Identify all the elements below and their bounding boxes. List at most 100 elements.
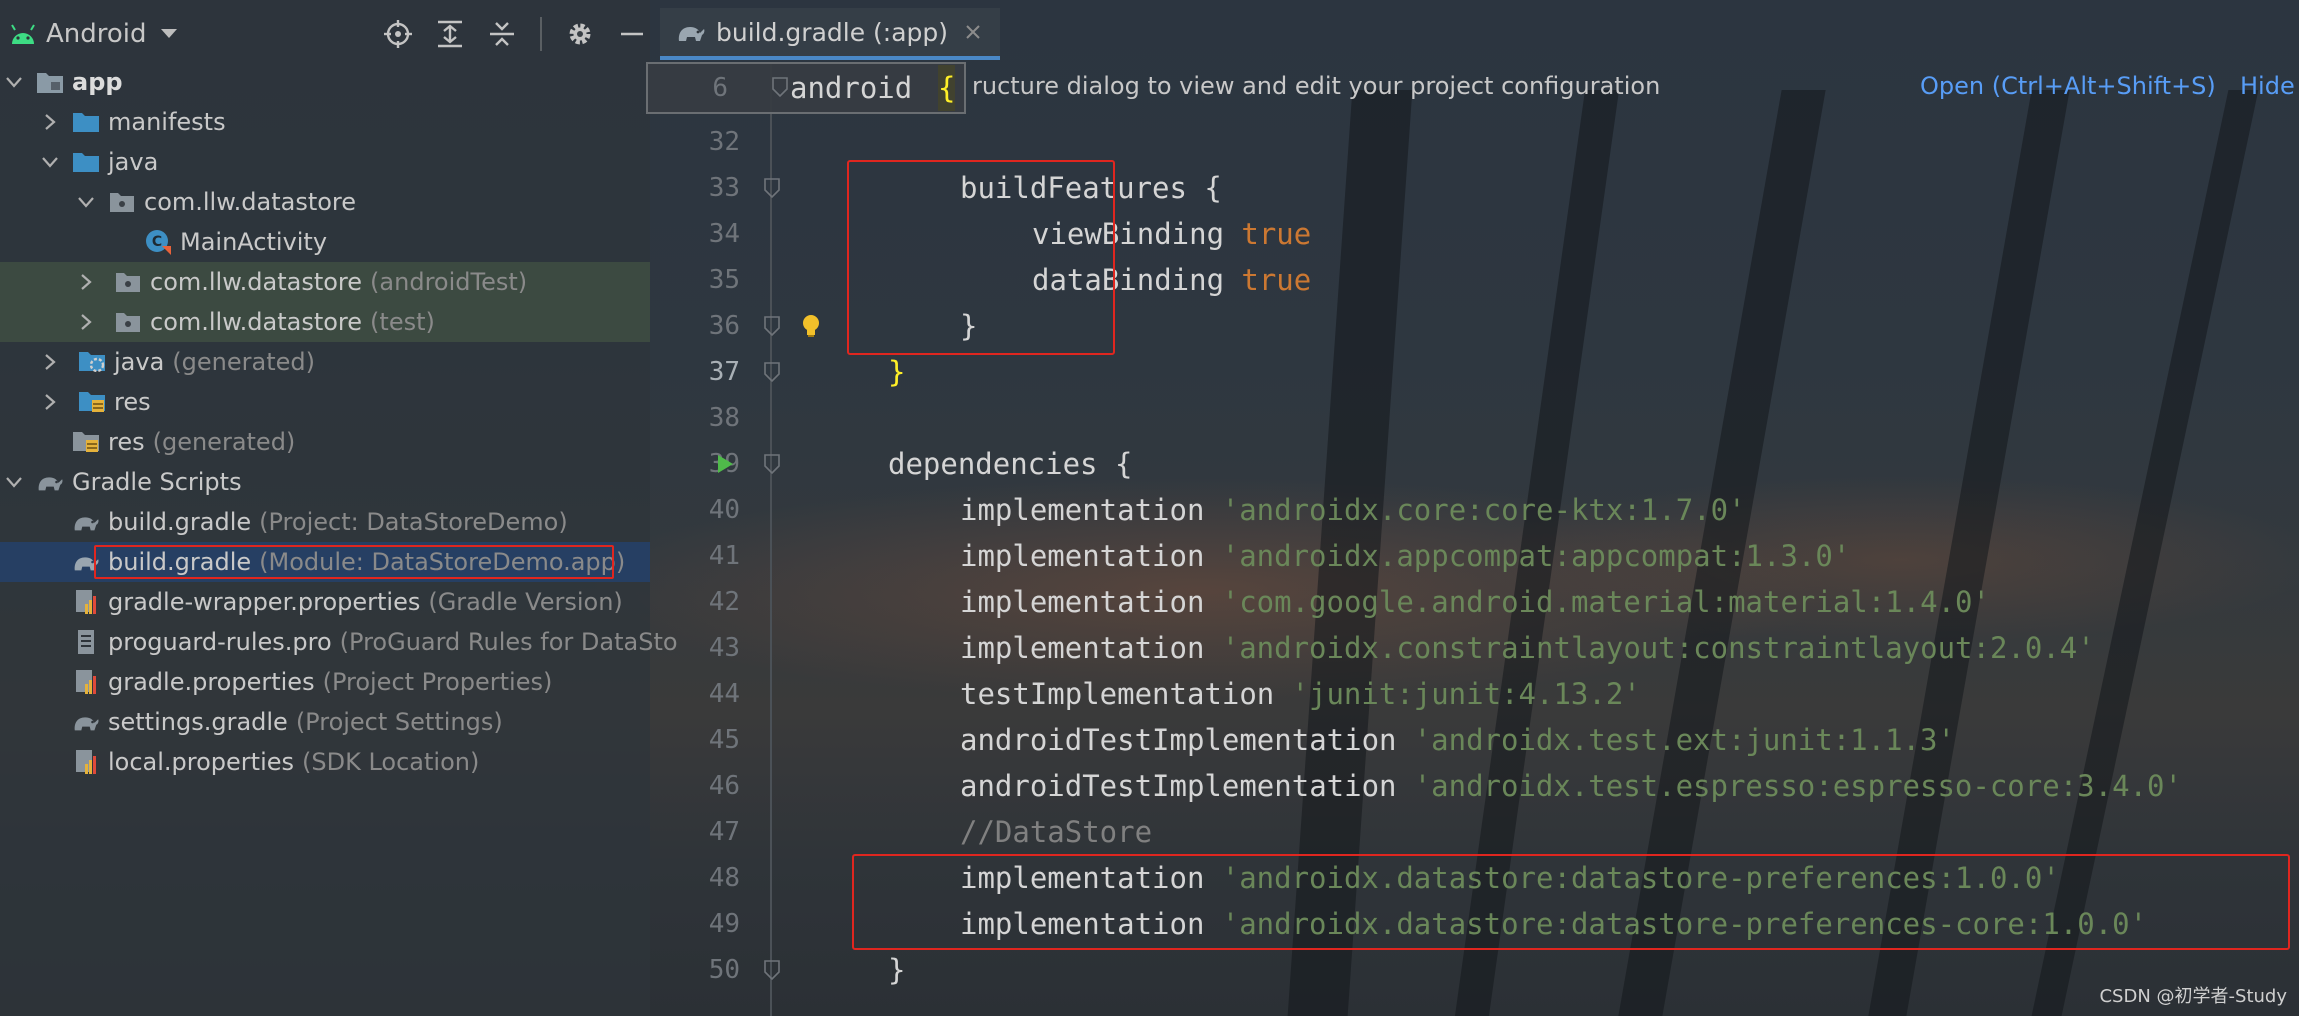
chevron-down-icon[interactable] [2, 470, 26, 494]
toolbar-separator [540, 17, 542, 51]
code-token: 'androidx.appcompat:appcompat:1.3.0' [1221, 539, 1851, 573]
code-token: 'androidx.core:core-ktx:1.7.0' [1221, 493, 1746, 527]
code-line[interactable]: 37} [650, 349, 2299, 395]
close-icon[interactable] [962, 21, 984, 43]
highlight-box-build-features [847, 160, 1115, 355]
sticky-code-brace: { [938, 65, 956, 111]
code-token: true [1241, 217, 1312, 251]
project-toolbar [380, 14, 650, 54]
package-icon [108, 188, 136, 216]
chevron-right-icon[interactable] [38, 350, 62, 374]
chevron-right-icon[interactable] [74, 270, 98, 294]
minimize-icon[interactable] [614, 16, 650, 52]
fold-marker-icon[interactable] [762, 177, 782, 199]
properties-file-icon [72, 748, 100, 776]
tree-item-build-gradle-module[interactable]: build.gradle (Module: DataStoreDemo.app) [0, 542, 650, 582]
line-number: 47 [708, 817, 740, 847]
tree-item-java-generated[interactable]: java (generated) [0, 342, 650, 382]
watermark: CSDN @初学者-Study [2099, 986, 2287, 1007]
code-line[interactable]: 45 androidTestImplementation 'androidx.te… [650, 717, 2299, 763]
tree-item-package-androidtest[interactable]: com.llw.datastore (androidTest) [0, 262, 650, 302]
tree-item-gradle-wrapper[interactable]: gradle-wrapper.properties (Gradle Versio… [0, 582, 650, 622]
fold-marker-icon[interactable] [762, 453, 782, 475]
sticky-code-android: android [790, 71, 913, 105]
package-icon [114, 308, 142, 336]
code-line[interactable]: 39dependencies { [650, 441, 2299, 487]
gradle-icon [72, 708, 100, 736]
tree-item-manifests[interactable]: manifests [0, 102, 650, 142]
lightbulb-icon[interactable] [798, 313, 824, 339]
code-line[interactable]: 43 implementation 'androidx.constraintlay… [650, 625, 2299, 671]
tree-item-res[interactable]: res [0, 382, 650, 422]
line-number: 45 [708, 725, 740, 755]
code-line[interactable]: 44 testImplementation 'junit:junit:4.13.2… [650, 671, 2299, 717]
fold-marker-icon[interactable] [762, 361, 782, 383]
tree-item-gradle-scripts[interactable]: Gradle Scripts [0, 462, 650, 502]
generated-folder-icon [78, 348, 106, 376]
chevron-right-icon[interactable] [38, 390, 62, 414]
fold-marker-icon[interactable] [762, 959, 782, 981]
tree-item-gradle-properties[interactable]: gradle.properties (Project Properties) [0, 662, 650, 702]
sticky-scope-header[interactable]: 6 android { [646, 62, 966, 114]
tree-item-res-generated[interactable]: res (generated) [0, 422, 650, 462]
code-line[interactable]: 47 //DataStore [650, 809, 2299, 855]
code-editor: build.gradle (:app) ructure dialog to vi… [646, 0, 2299, 1016]
svg-text:C: C [152, 234, 162, 250]
chevron-down-icon[interactable] [38, 150, 62, 174]
project-view-selector[interactable]: Android [8, 0, 181, 68]
fold-marker-icon[interactable] [770, 76, 790, 98]
gear-icon[interactable] [562, 16, 598, 52]
fold-marker-icon[interactable] [762, 315, 782, 337]
run-gutter-icon[interactable] [712, 451, 738, 477]
tree-item-package-test[interactable]: com.llw.datastore (test) [0, 302, 650, 342]
line-number: 33 [708, 173, 740, 203]
line-number: 40 [708, 495, 740, 525]
tree-item-app[interactable]: app [0, 62, 650, 102]
code-token: androidTestImplementation [960, 769, 1414, 803]
expand-all-icon[interactable] [432, 16, 468, 52]
line-number: 41 [708, 541, 740, 571]
properties-file-icon [72, 668, 100, 696]
tree-item-proguard-rules[interactable]: proguard-rules.pro (ProGuard Rules for D… [0, 622, 678, 662]
locate-icon[interactable] [380, 16, 416, 52]
android-icon [8, 19, 38, 49]
tree-item-local-properties[interactable]: local.properties (SDK Location) [0, 742, 650, 782]
code-line[interactable]: 40 implementation 'androidx.core:core-ktx… [650, 487, 2299, 533]
code-token: implementation [960, 631, 1222, 665]
code-line[interactable]: 42 implementation 'com.google.android.mat… [650, 579, 2299, 625]
code-token: testImplementation [960, 677, 1292, 711]
chevron-right-icon[interactable] [38, 110, 62, 134]
line-number: 37 [708, 357, 740, 387]
hide-notification-link[interactable]: Hide [2240, 72, 2295, 100]
notification-text: ructure dialog to view and edit your pro… [972, 72, 1661, 100]
open-project-structure-link[interactable]: Open (Ctrl+Alt+Shift+S) [1920, 72, 2216, 100]
project-panel: Android app manifests java com.llw.datas… [0, 0, 678, 1016]
tree-item-java[interactable]: java [0, 142, 650, 182]
tree-item-mainactivity[interactable]: C MainActivity [0, 222, 650, 262]
line-number: 38 [708, 403, 740, 433]
project-view-label: Android [46, 19, 147, 49]
code-line[interactable]: 46 androidTestImplementation 'androidx.te… [650, 763, 2299, 809]
caret-down-icon [157, 22, 181, 46]
code-token: implementation [960, 493, 1222, 527]
tab-build-gradle-app[interactable]: build.gradle (:app) [660, 8, 1001, 60]
properties-file-icon [72, 588, 100, 616]
chevron-right-icon[interactable] [74, 310, 98, 334]
resources-folder-icon [78, 388, 106, 416]
tree-item-package[interactable]: com.llw.datastore [0, 182, 650, 222]
gradle-icon [36, 468, 64, 496]
tree-item-build-gradle-project[interactable]: build.gradle (Project: DataStoreDemo) [0, 502, 650, 542]
package-icon [114, 268, 142, 296]
chevron-down-icon[interactable] [74, 190, 98, 214]
code-line[interactable]: 32 [650, 119, 2299, 165]
chevron-down-icon[interactable] [2, 70, 26, 94]
code-token: implementation [960, 585, 1222, 619]
code-token: dependencies { [888, 447, 1133, 481]
code-line[interactable]: 50} [650, 947, 2299, 993]
tree-item-settings-gradle[interactable]: settings.gradle (Project Settings) [0, 702, 650, 742]
code-line[interactable]: 41 implementation 'androidx.appcompat:app… [650, 533, 2299, 579]
line-number: 36 [708, 311, 740, 341]
collapse-all-icon[interactable] [484, 16, 520, 52]
line-number: 32 [708, 127, 740, 157]
code-line[interactable]: 38 [650, 395, 2299, 441]
